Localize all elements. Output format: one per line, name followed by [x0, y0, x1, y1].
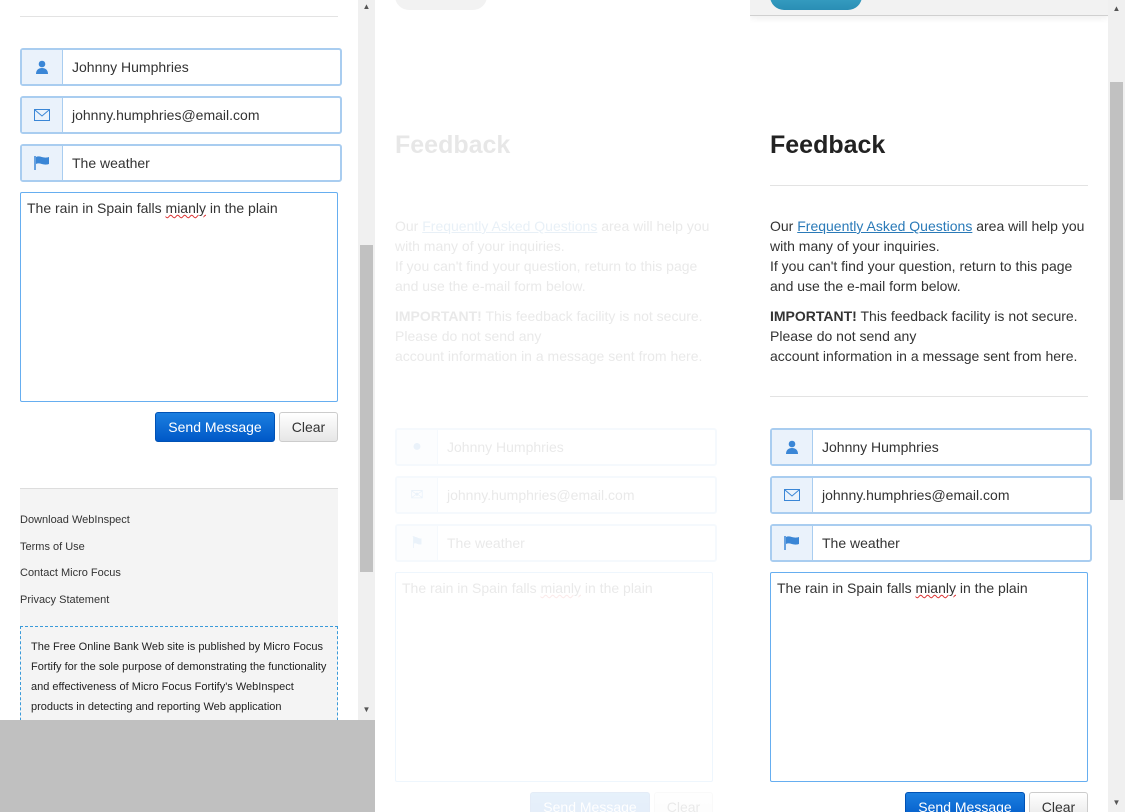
email-field[interactable]: ✉ johnny.humphries@email.com: [395, 476, 717, 514]
empty-area: [0, 720, 375, 812]
envelope-icon: ✉: [397, 478, 438, 512]
divider: [20, 16, 338, 17]
name-field[interactable]: Johnny Humphries: [20, 48, 342, 86]
footer-link-download[interactable]: Download WebInspect: [20, 514, 130, 526]
right-browser-view: Feedback Our Frequently Asked Questions …: [750, 0, 1125, 812]
envelope-icon: [22, 98, 63, 132]
scrollbar-thumb[interactable]: [1110, 82, 1123, 500]
flag-icon: [22, 146, 63, 180]
user-icon: [22, 50, 63, 84]
left-browser-view: Johnny Humphries johnny.humphries@email.…: [0, 0, 375, 720]
intro-text: Our Frequently Asked Questions area will…: [770, 218, 1085, 294]
message-textarea[interactable]: The rain in Spain falls mianly in the pl…: [20, 192, 338, 402]
flag-icon: ⚑: [397, 526, 438, 560]
subject-field[interactable]: ⚑ The weather: [395, 524, 717, 562]
important-text: IMPORTANT! This feedback facility is not…: [770, 308, 1078, 364]
email-field[interactable]: johnny.humphries@email.com: [20, 96, 342, 134]
top-pill-button[interactable]: [770, 0, 862, 10]
flag-icon: [772, 526, 813, 560]
send-message-button[interactable]: Send Message: [905, 792, 1025, 812]
scroll-down-icon[interactable]: ▼: [358, 705, 375, 714]
send-message-button[interactable]: Send Message: [530, 792, 650, 812]
scroll-up-icon[interactable]: ▲: [358, 2, 375, 11]
email-field[interactable]: johnny.humphries@email.com: [770, 476, 1092, 514]
page-title: Feedback: [395, 131, 511, 159]
middle-browser-view-faded: Feedback Our Frequently Asked Questions …: [375, 0, 750, 812]
scroll-up-icon[interactable]: ▲: [1108, 4, 1125, 13]
footer-link-privacy[interactable]: Privacy Statement: [20, 594, 109, 606]
name-field[interactable]: ● Johnny Humphries: [395, 428, 717, 466]
divider: [770, 185, 1088, 186]
name-field[interactable]: Johnny Humphries: [770, 428, 1092, 466]
message-textarea[interactable]: The rain in Spain falls mianly in the pl…: [395, 572, 713, 782]
important-text: IMPORTANT! This feedback facility is not…: [395, 308, 703, 364]
subject-field[interactable]: The weather: [770, 524, 1092, 562]
scrollbar-thumb[interactable]: [360, 245, 373, 572]
footer-link-terms[interactable]: Terms of Use: [20, 541, 85, 553]
footer-link-contact[interactable]: Contact Micro Focus: [20, 567, 121, 579]
page-title: Feedback: [770, 131, 886, 159]
user-icon: ●: [397, 430, 438, 464]
top-pill-button: [395, 0, 487, 10]
envelope-icon: [772, 478, 813, 512]
scrollbar[interactable]: ▲ ▼: [1108, 0, 1125, 812]
user-icon: [772, 430, 813, 464]
disclaimer: The Free Online Bank Web site is publish…: [20, 626, 338, 720]
faq-link[interactable]: Frequently Asked Questions: [422, 218, 597, 234]
send-message-button[interactable]: Send Message: [155, 412, 275, 442]
scrollbar[interactable]: ▲ ▼: [358, 0, 375, 720]
subject-field[interactable]: The weather: [20, 144, 342, 182]
clear-button[interactable]: Clear: [654, 792, 713, 812]
footer: Download WebInspect Terms of Use Contact…: [20, 488, 338, 720]
message-textarea[interactable]: The rain in Spain falls mianly in the pl…: [770, 572, 1088, 782]
divider: [770, 396, 1088, 397]
clear-button[interactable]: Clear: [279, 412, 338, 442]
intro-text: Our Frequently Asked Questions area will…: [395, 218, 710, 294]
scroll-down-icon[interactable]: ▼: [1108, 798, 1125, 807]
faq-link[interactable]: Frequently Asked Questions: [797, 218, 972, 234]
clear-button[interactable]: Clear: [1029, 792, 1088, 812]
